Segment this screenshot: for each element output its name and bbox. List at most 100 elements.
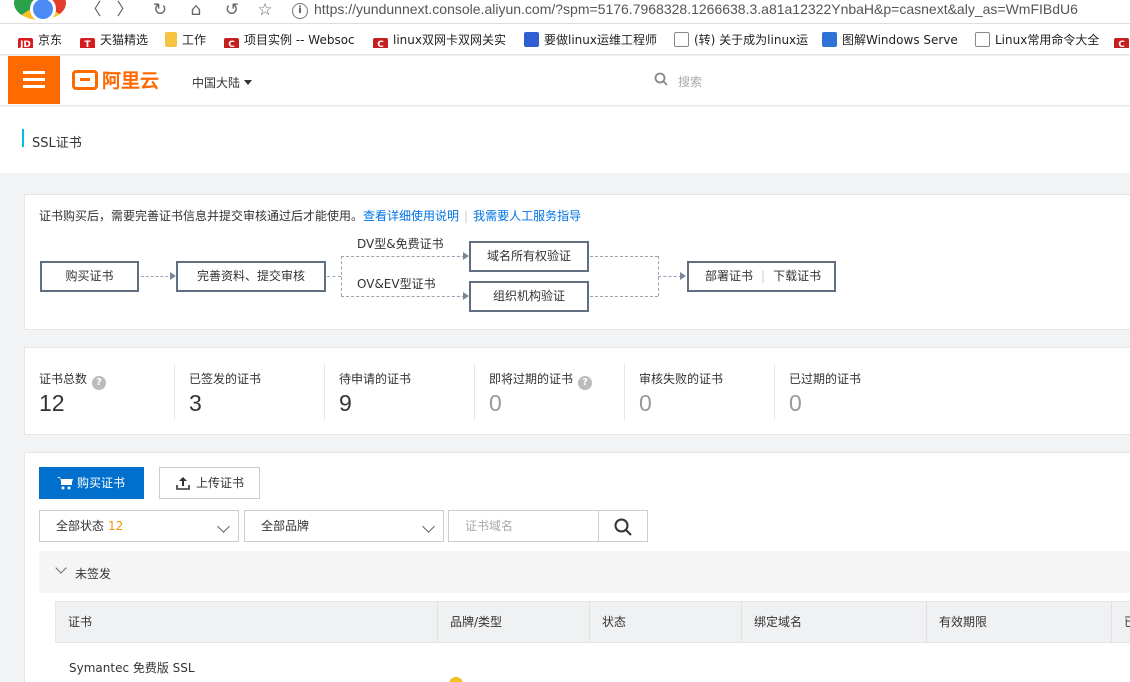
stat-value: 12 [39,390,65,416]
manual-service-link[interactable]: 我需要人工服务指导 [473,209,581,223]
stat-label: 已过期的证书 [789,372,862,386]
bookmark-label: 工作 [182,33,207,47]
step-separator: | [761,269,766,283]
bookmark-windows-server[interactable]: 图解Windows Serve [822,32,962,48]
bookmark-jd[interactable]: JD 京东 [18,32,62,48]
status-filter-select[interactable]: 全部状态 12 [39,510,239,542]
bookmark-linux-ops[interactable]: 要做linux运维工程师 [524,32,664,48]
upload-icon [176,477,190,490]
address-bar[interactable]: https://yundunnext.console.aliyun.com/?s… [314,1,1078,17]
arrow-right-icon [680,272,686,280]
status-filter-label: 全部状态 [56,519,105,533]
help-icon[interactable]: ? [92,376,107,390]
stat-total[interactable]: 证书总数? 12 [25,348,175,434]
status-count: 12 [108,519,124,533]
jd-icon: JD [18,38,33,48]
global-search-input[interactable]: 搜索 [678,73,702,90]
bookmark-label: 京东 [38,33,63,47]
aliyun-logo[interactable]: 阿里云 [72,68,159,94]
bookmark-label: 项目实例 -- Websoc [244,33,355,47]
bookmark-websocket[interactable]: C 项目实例 -- Websoc [224,32,364,48]
certificate-name: Symantec 免费版 SSL [69,661,195,675]
stat-issued[interactable]: 已签发的证书 3 [175,348,325,434]
stat-label: 审核失败的证书 [639,372,724,386]
hamburger-menu-icon[interactable] [8,56,60,104]
bookmark-become-linux[interactable]: (转) 关于成为linux运 [674,32,814,48]
flow-connector [658,276,682,277]
group-label: 未签发 [75,567,112,581]
column-truncated: 已 [1112,602,1130,642]
buy-certificate-button[interactable]: 购买证书 [39,467,144,499]
stat-pending[interactable]: 待申请的证书 9 [325,348,475,434]
domain-search-button[interactable] [598,510,648,542]
page-title: SSL证书 [32,136,82,151]
flow-step-org-verify: 组织机构验证 [469,281,589,312]
bookmark-tmall[interactable]: T 天猫精选 [80,32,148,48]
title-accent [22,129,24,147]
region-selector[interactable]: 中国大陆 [192,74,253,91]
bookmark-label: Linux常用命令大全 [995,33,1100,47]
bookmark-label: 天猫精选 [100,33,149,47]
flow-step-buy: 购买证书 [40,261,139,292]
site-info-icon[interactable]: i [292,3,308,19]
back-icon[interactable]: 〈 [82,0,104,22]
bookmark-folder-work[interactable]: 工作 [165,32,206,48]
dv-free-label: DV型&免费证书 [357,237,444,251]
csdn-icon: C [224,38,239,48]
column-brand-type: 品牌/类型 [438,602,590,642]
flow-notice: 证书购买后，需要完善证书信息并提交审核通过后才能使用。查看详细使用说明 | 我需要人… [39,207,581,224]
brand-filter-label: 全部品牌 [261,519,310,533]
flow-connector [327,276,341,277]
stat-label: 即将过期的证书 [489,372,574,386]
bookmark-star-icon[interactable]: ☆ [254,0,276,22]
stat-value: 9 [339,390,352,416]
download-label: 下载证书 [773,269,822,283]
bookmarks-bar: JD 京东 T 天猫精选 工作 C 项目实例 -- Websoc Clinux双网卡双… [0,24,1130,55]
column-bound-domain: 绑定域名 [742,602,927,642]
certificate-table-header: 证书 品牌/类型 状态 绑定域名 有效期限 已 [55,601,1130,643]
bookmark-label: linux双网卡双网关实 [393,33,506,47]
symantec-brand-icon [449,677,463,682]
logo-text: 阿里云 [102,70,160,92]
stat-failed[interactable]: 审核失败的证书 0 [625,348,775,434]
bookmark-label: (转) 关于成为linux运 [694,33,809,47]
flow-connector [341,296,465,297]
flow-step-deploy-download: 部署证书 | 下载证书 [687,261,836,292]
search-icon [614,518,632,536]
stat-label: 已签发的证书 [189,372,262,386]
folder-icon [165,32,177,47]
stat-expired[interactable]: 已过期的证书 0 [775,348,925,434]
baidu-paw-icon [822,32,837,47]
browser-toolbar: 〈 〉 ↻ ⌂ ↺ ☆ i https://yundunnext.console… [0,0,1130,24]
home-icon[interactable]: ⌂ [185,0,207,22]
undo-icon[interactable]: ↺ [221,0,243,22]
search-icon[interactable] [654,72,668,86]
flow-connector [590,256,658,257]
reload-icon[interactable]: ↻ [149,0,171,22]
certificate-stats: 证书总数? 12 已签发的证书 3 待申请的证书 9 即将过期的证书? 0 审核… [24,347,1130,435]
unissued-group-header[interactable]: 未签发 [39,551,1130,593]
usage-guide-link[interactable]: 查看详细使用说明 [363,209,459,223]
column-status: 状态 [590,602,742,642]
column-validity: 有效期限 [927,602,1112,642]
aliyun-logo-icon [72,70,98,90]
stat-label: 待申请的证书 [339,372,412,386]
flow-connector [141,276,173,277]
upload-certificate-button[interactable]: 上传证书 [159,467,260,499]
console-header: 阿里云 中国大陆 搜索 [0,56,1130,106]
bookmark-linux-nic[interactable]: Clinux双网卡双网关实 [373,32,513,48]
forward-icon[interactable]: 〉 [114,0,136,22]
bookmark-linux-commands[interactable]: Linux常用命令大全 [975,32,1105,48]
bookmark-overflow[interactable]: C [1114,32,1130,48]
ov-ev-label: OV&EV型证书 [357,277,436,291]
csdn-icon: C [1114,38,1129,48]
brand-filter-select[interactable]: 全部品牌 [244,510,444,542]
tmall-icon: T [80,38,95,48]
help-icon[interactable]: ? [578,376,593,390]
flow-connector [590,296,658,297]
domain-search-input[interactable]: 证书域名 [448,510,599,542]
bookmark-label: 图解Windows Serve [842,33,958,47]
stat-label: 证书总数 [39,372,88,386]
stat-expiring[interactable]: 即将过期的证书? 0 [475,348,625,434]
link-separator: | [464,209,469,223]
